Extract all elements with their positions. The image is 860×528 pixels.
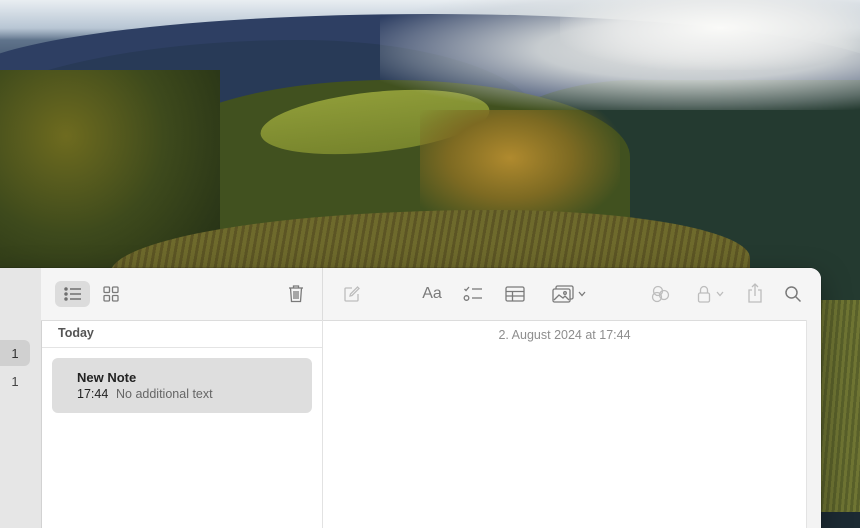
gallery-view-button[interactable] — [100, 283, 122, 305]
wallpaper-fog-top — [560, 0, 860, 70]
list-item[interactable]: New Note 17:44 No additional text — [52, 358, 312, 413]
folder-count-selected[interactable]: 1 — [0, 340, 30, 366]
lock-icon — [697, 285, 711, 303]
editor-scrollbar-track[interactable] — [806, 320, 821, 528]
format-text-icon: Aa — [422, 285, 442, 302]
media-icon — [552, 285, 574, 303]
note-date-header: 2. August 2024 at 17:44 — [498, 328, 631, 342]
collaborate-icon — [650, 285, 672, 303]
trash-icon — [288, 284, 304, 303]
note-preview: No additional text — [116, 387, 213, 401]
note-title: New Note — [77, 370, 137, 385]
new-note-button[interactable] — [341, 283, 363, 305]
delete-button[interactable] — [285, 282, 307, 304]
share-button[interactable] — [744, 282, 766, 304]
folder-count[interactable]: 1 — [0, 368, 30, 394]
media-button[interactable] — [549, 283, 589, 305]
toolbar-divider — [322, 268, 323, 320]
wallpaper-vineyard-edge — [820, 300, 860, 512]
checklist-button[interactable] — [462, 283, 484, 305]
chevron-down-icon — [716, 291, 724, 297]
list-editor-divider[interactable] — [322, 320, 323, 528]
format-button[interactable]: Aa — [419, 282, 445, 306]
table-button[interactable] — [504, 283, 526, 305]
folders-sidebar — [0, 268, 42, 528]
table-icon — [505, 286, 525, 302]
search-icon — [784, 285, 802, 303]
share-icon — [747, 283, 763, 303]
lock-button[interactable] — [692, 283, 728, 305]
notes-section-header: Today — [58, 326, 94, 340]
checklist-icon — [463, 285, 483, 303]
search-button[interactable] — [782, 283, 804, 305]
collaborate-button[interactable] — [649, 283, 673, 305]
section-divider — [42, 347, 322, 348]
gallery-view-icon — [103, 286, 119, 302]
list-view-icon — [63, 287, 82, 301]
list-view-button[interactable] — [55, 281, 90, 307]
note-time: 17:44 — [77, 387, 109, 401]
compose-icon — [343, 285, 361, 303]
chevron-down-icon — [578, 291, 586, 297]
